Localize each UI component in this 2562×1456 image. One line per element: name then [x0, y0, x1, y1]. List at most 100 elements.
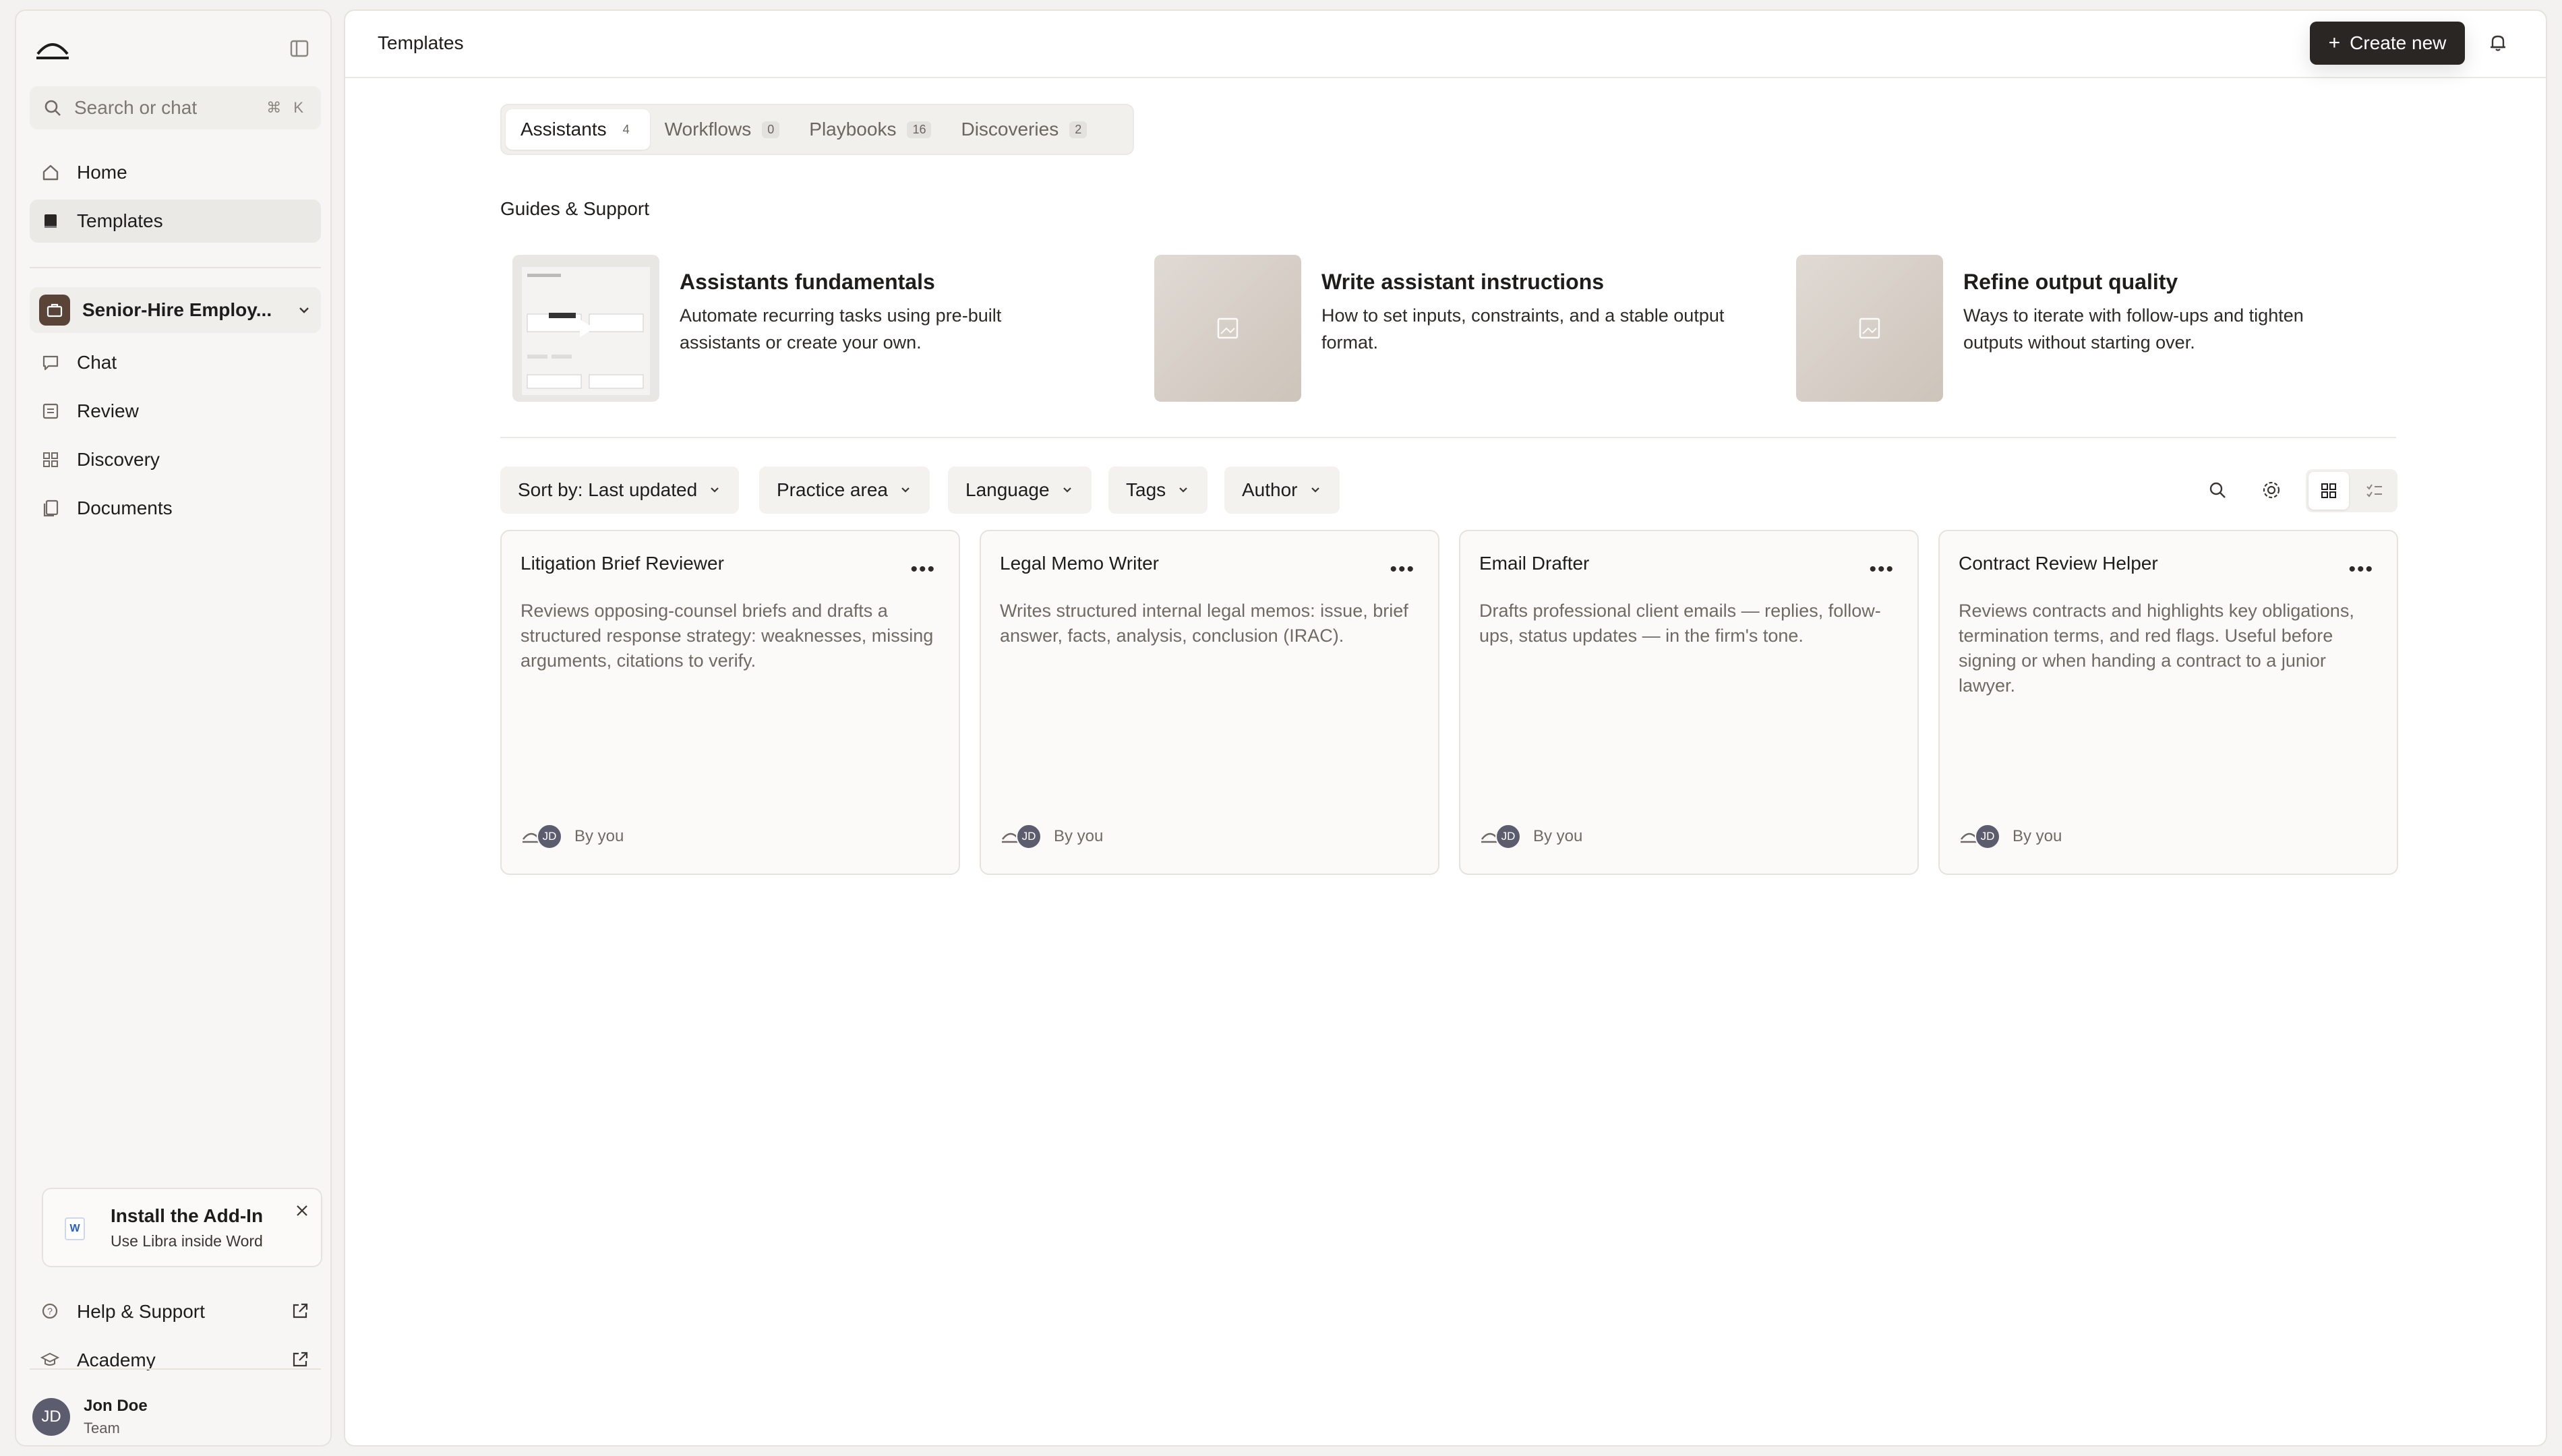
avatar: JD [32, 1398, 70, 1436]
tab-count: 4 [622, 122, 630, 136]
guide-description: How to set inputs, constraints, and a st… [1321, 305, 1725, 353]
filter-label: Tags [1126, 479, 1166, 500]
chevron-down-icon [708, 483, 721, 497]
app-logo[interactable] [32, 28, 73, 69]
sidebar-item-review[interactable]: Review [30, 390, 321, 433]
tab-workflows[interactable]: Workflows 0 [650, 109, 795, 150]
card-title: Legal Memo Writer [1000, 553, 1160, 574]
filter-label: Author [1242, 479, 1298, 500]
grid-view-icon[interactable] [2308, 472, 2349, 510]
tab-count: 16 [907, 121, 932, 138]
card-description: Reviews contracts and highlights key obl… [1959, 601, 2354, 696]
chat-icon [40, 353, 61, 373]
chevron-down-icon [297, 303, 311, 317]
sidebar-item-help[interactable]: ? Help & Support [30, 1290, 321, 1333]
search-input[interactable]: Search or chat ⌘ K [30, 86, 321, 129]
user-name: Jon Doe [84, 1397, 148, 1415]
video-thumbnail[interactable] [512, 255, 659, 402]
sidebar-item-label: Templates [77, 210, 163, 231]
search-icon[interactable] [2198, 471, 2237, 510]
chevron-down-icon [899, 483, 912, 497]
search-placeholder: Search or chat [74, 97, 198, 118]
user-profile[interactable]: JD Jon Doe Team [32, 1397, 148, 1437]
create-new-label: Create new [2350, 32, 2447, 53]
filter-label: Practice area [777, 479, 888, 500]
sidebar-item-discovery[interactable]: Discovery [30, 438, 321, 481]
academy-icon [40, 1350, 61, 1370]
author-label: By you [1533, 827, 1583, 845]
tab-label: Discoveries [961, 119, 1059, 140]
tab-playbooks[interactable]: Playbooks 16 [794, 109, 946, 150]
assistant-card[interactable]: Contract Review Helper ••• Reviews contr… [1938, 530, 2398, 875]
home-icon [40, 162, 61, 183]
grid-icon [40, 450, 61, 470]
guides-heading: Guides & Support [500, 198, 650, 219]
author-filter[interactable]: Author [1224, 466, 1340, 514]
practice-area-filter[interactable]: Practice area [759, 466, 930, 514]
sidebar-item-documents[interactable]: Documents [30, 487, 321, 530]
more-options-icon[interactable]: ••• [910, 558, 936, 581]
tab-discoveries[interactable]: Discoveries 2 [946, 109, 1102, 150]
card-author: JD By you [520, 824, 624, 849]
sidebar-item-label: Discovery [77, 449, 160, 470]
more-options-icon[interactable]: ••• [1869, 558, 1895, 581]
plus-icon: + [2328, 32, 2341, 54]
guide-title: Write assistant instructions [1321, 270, 1605, 294]
sidebar-item-chat[interactable]: Chat [30, 341, 321, 384]
list-view-icon[interactable] [2354, 472, 2395, 510]
book-icon [40, 211, 61, 231]
external-link-icon [290, 1349, 310, 1370]
chevron-down-icon [1061, 483, 1074, 497]
guide-description: Ways to iterate with follow-ups and tigh… [1963, 305, 2304, 353]
sort-label: Sort by: Last updated [518, 479, 698, 500]
sidebar-item-templates[interactable]: Templates [30, 200, 321, 243]
card-author: JD By you [1959, 824, 2062, 849]
sidebar-item-label: Home [77, 162, 127, 183]
assistant-card[interactable]: Litigation Brief Reviewer ••• Reviews op… [500, 530, 960, 875]
assistant-card[interactable]: Legal Memo Writer ••• Writes structured … [980, 530, 1439, 875]
more-options-icon[interactable]: ••• [2348, 558, 2374, 581]
settings-icon[interactable] [2252, 471, 2291, 510]
word-icon: W [65, 1217, 85, 1240]
workspace-switcher[interactable]: Senior-Hire Employ... [30, 287, 321, 333]
tab-label: Workflows [664, 119, 752, 140]
card-description: Reviews opposing-counsel briefs and draf… [520, 601, 934, 671]
sidebar: Search or chat ⌘ K Home Templates Senior… [15, 9, 332, 1447]
view-toggle [2306, 469, 2397, 512]
user-role: Team [84, 1420, 120, 1436]
card-title: Litigation Brief Reviewer [520, 553, 724, 574]
play-icon [580, 320, 595, 337]
author-label: By you [574, 827, 624, 845]
sidebar-divider [30, 1368, 321, 1370]
close-icon[interactable] [294, 1203, 310, 1219]
template-tabs: Assistants 4 Workflows 0 Playbooks 16 Disco… [500, 104, 1134, 155]
search-shortcut: ⌘ K [266, 99, 307, 116]
assistant-card[interactable]: Email Drafter ••• Drafts professional cl… [1459, 530, 1919, 875]
card-author: JD By you [1000, 824, 1103, 849]
tab-assistants[interactable]: Assistants 4 [506, 109, 650, 150]
more-options-icon[interactable]: ••• [1390, 558, 1415, 581]
sort-dropdown[interactable]: Sort by: Last updated [500, 466, 740, 514]
notification-bell-icon[interactable] [2486, 31, 2509, 54]
sidebar-item-label: Review [77, 400, 139, 421]
sidebar-item-label: Help & Support [77, 1301, 205, 1322]
external-link-icon [290, 1301, 310, 1321]
addin-promo[interactable]: W Install the Add-In Use Libra inside Wo… [42, 1188, 322, 1267]
review-icon [40, 401, 61, 421]
language-filter[interactable]: Language [948, 466, 1092, 514]
sidebar-item-home[interactable]: Home [30, 151, 321, 194]
tab-label: Playbooks [809, 119, 897, 140]
card-description: Writes structured internal legal memos: … [1000, 601, 1408, 646]
tab-count: 0 [762, 121, 780, 138]
tags-filter[interactable]: Tags [1108, 466, 1208, 514]
collapse-sidebar-icon[interactable] [282, 31, 317, 66]
top-bar: Templates + Create new [345, 11, 2546, 78]
sidebar-divider [30, 267, 321, 268]
create-new-button[interactable]: + Create new [2310, 22, 2465, 65]
author-label: By you [2013, 827, 2062, 845]
main-panel: Templates + Create new Assistants 4 Workf… [344, 9, 2547, 1447]
sidebar-item-academy[interactable]: Academy [30, 1339, 321, 1382]
filter-label: Language [965, 479, 1050, 500]
image-placeholder-icon [1796, 255, 1943, 402]
addin-subtitle: Use Libra inside Word [111, 1232, 263, 1250]
